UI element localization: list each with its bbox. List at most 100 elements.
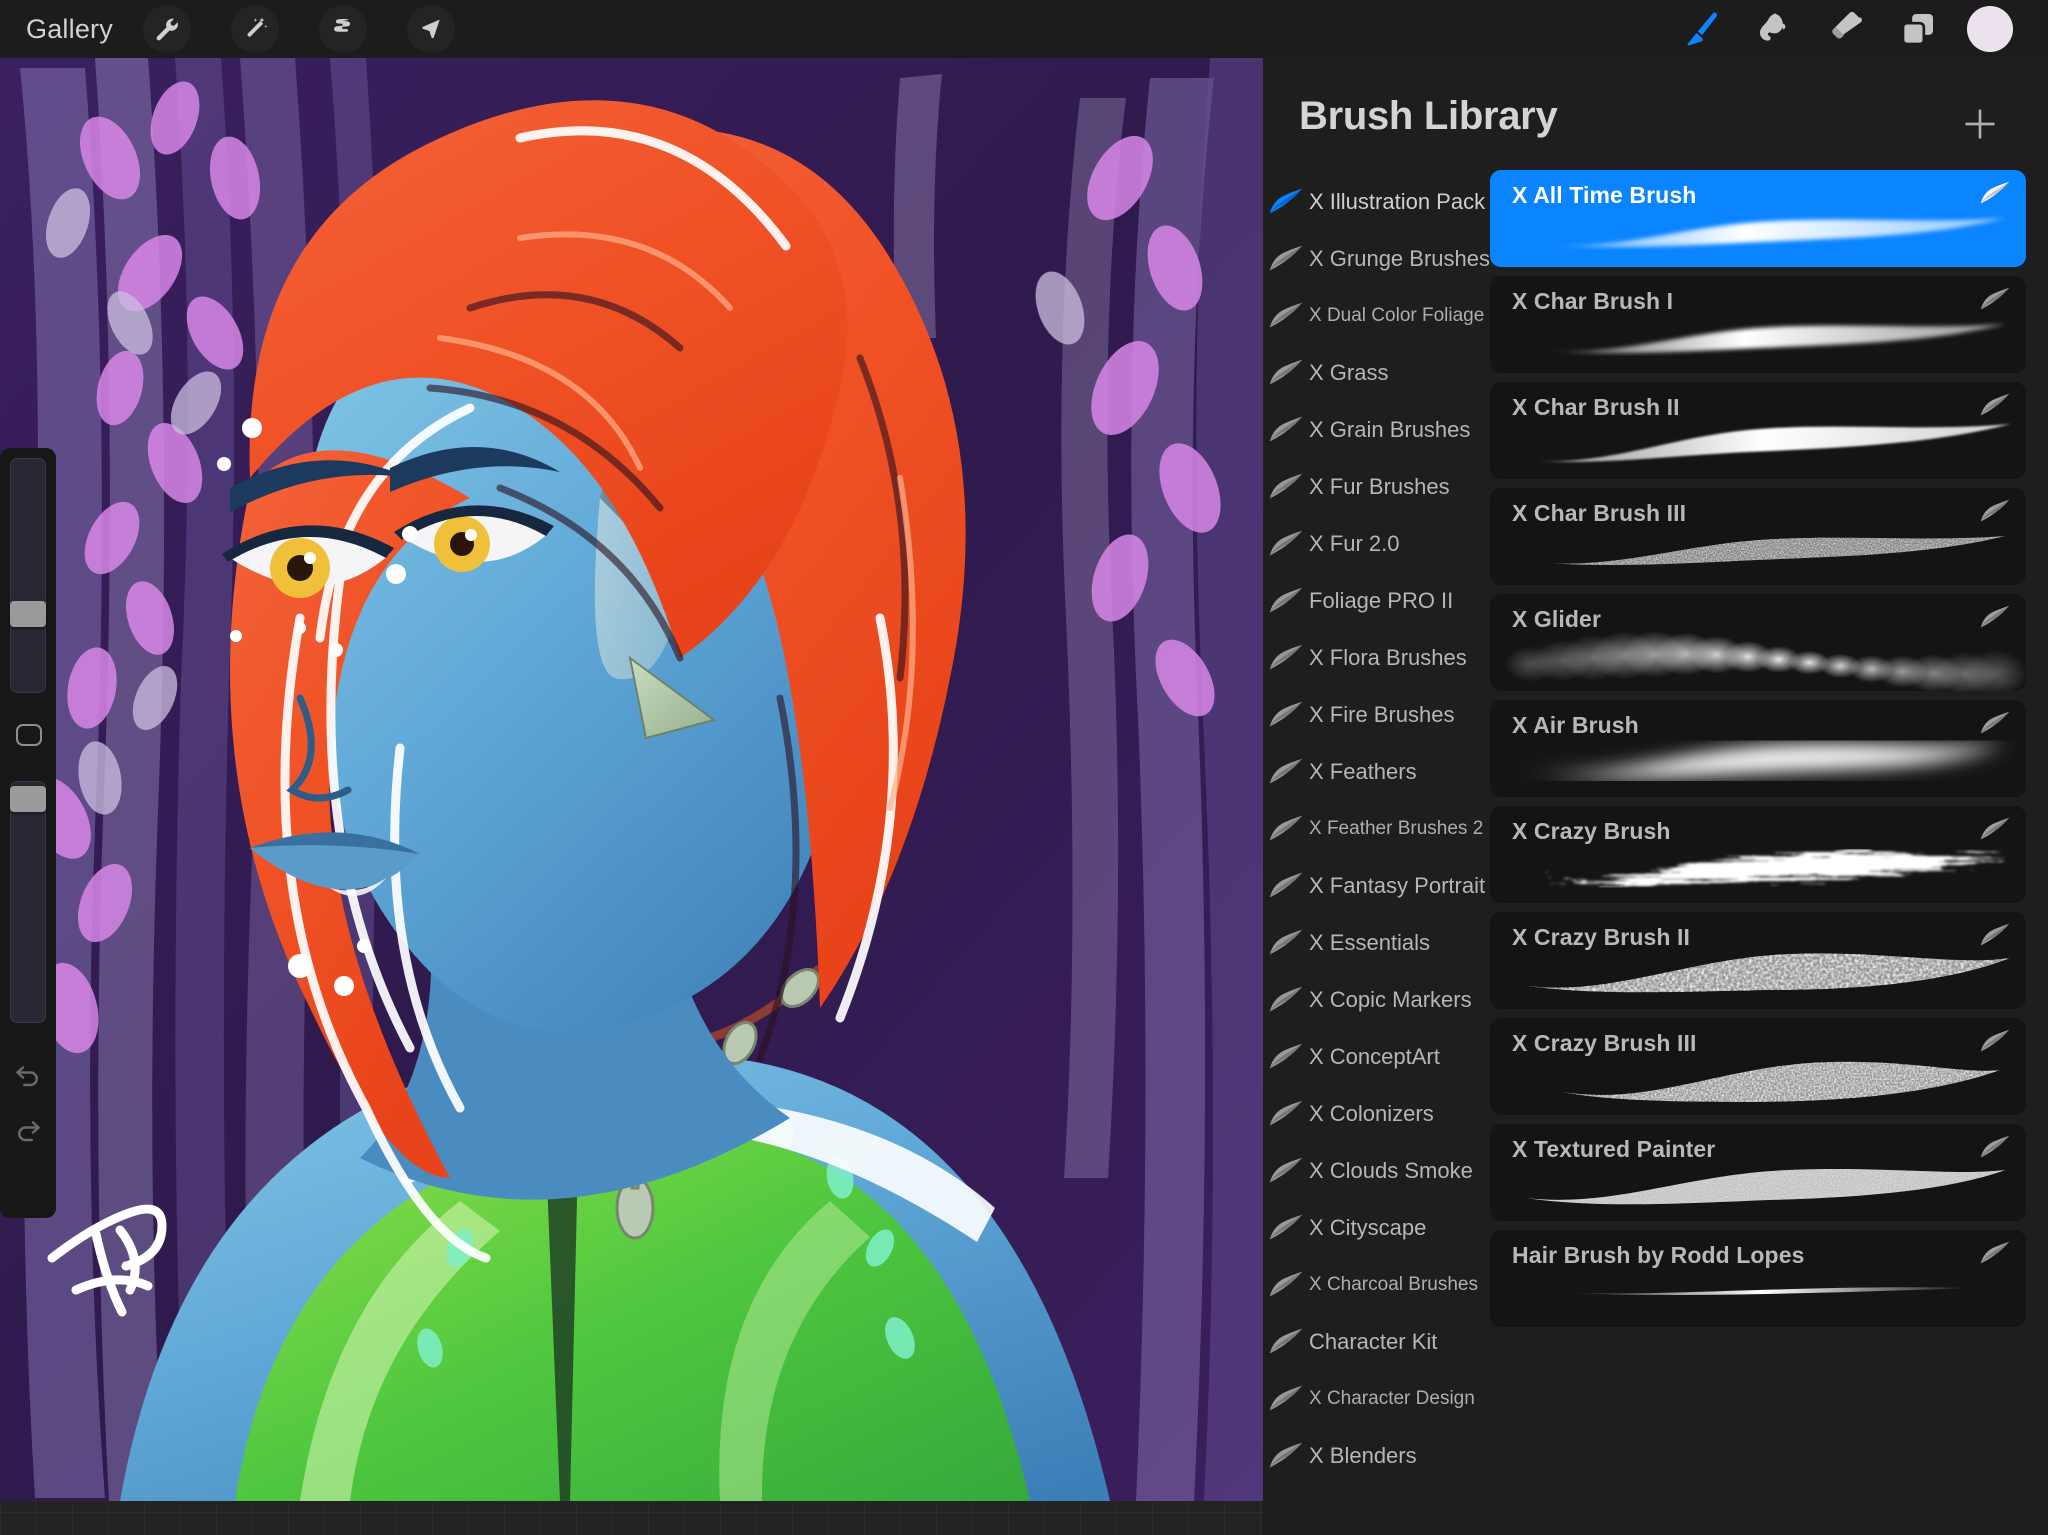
brush-swoosh-icon bbox=[1980, 393, 2010, 416]
brush-set-label: X ConceptArt bbox=[1309, 1043, 1440, 1069]
brush-set-label: X Colonizers bbox=[1309, 1100, 1434, 1126]
brush-library-header: Brush Library bbox=[1263, 58, 2048, 173]
brush-set-label: X Grain Brushes bbox=[1309, 416, 1471, 442]
brush-set-label: X Fur Brushes bbox=[1309, 473, 1450, 499]
brush-swoosh-icon bbox=[1263, 244, 1309, 273]
brush-set-label: X Fur 2.0 bbox=[1309, 530, 1400, 556]
brush-item-selected[interactable]: X All Time Brush bbox=[1490, 170, 2026, 267]
brush-swoosh-icon bbox=[1263, 1270, 1309, 1299]
brush-item[interactable]: X Crazy Brush II bbox=[1490, 912, 2026, 1009]
brush-swoosh-icon bbox=[1263, 928, 1309, 957]
brush-swoosh-icon bbox=[1269, 644, 1303, 670]
redo-button[interactable] bbox=[6, 1108, 50, 1152]
brush-item[interactable]: X Char Brush I bbox=[1490, 276, 2026, 373]
brush-swoosh-icon bbox=[1269, 929, 1303, 955]
paint-brush-icon[interactable] bbox=[1666, 0, 1738, 58]
smudge-icon[interactable] bbox=[1738, 0, 1810, 58]
color-swatch[interactable] bbox=[1954, 0, 2026, 58]
brush-item[interactable]: X Char Brush III bbox=[1490, 488, 2026, 585]
brush-swoosh-icon bbox=[1263, 1156, 1309, 1185]
brush-item-label: X Crazy Brush III bbox=[1512, 1030, 1697, 1056]
brush-swoosh-icon bbox=[1980, 1240, 2010, 1266]
actions-wrench-icon[interactable] bbox=[142, 5, 191, 53]
brush-swoosh-icon bbox=[1980, 1135, 2010, 1158]
paint-brush-glyph bbox=[1687, 12, 1718, 46]
brush-set-label: X Character Design bbox=[1309, 1387, 1475, 1409]
brush-set-label: X Essentials bbox=[1309, 929, 1431, 955]
brush-library-body: X Illustration Pack X Grunge Brushes X Dua… bbox=[1263, 170, 2048, 1535]
brush-set-label: X Flora Brushes bbox=[1309, 644, 1467, 670]
brush-swoosh-icon bbox=[1980, 286, 2010, 312]
brush-swoosh-icon bbox=[1269, 587, 1303, 613]
brush-swoosh-icon bbox=[1263, 1099, 1309, 1128]
brush-swoosh-icon bbox=[1980, 1134, 2010, 1160]
brush-item-label: X Crazy Brush II bbox=[1512, 924, 1690, 950]
brush-swoosh-icon bbox=[1263, 1327, 1309, 1356]
magic-wand-glyph bbox=[247, 17, 268, 37]
brush-library-panel: Brush Library X Illustration Pack X Grung… bbox=[1263, 58, 2048, 1535]
smudge-glyph bbox=[1760, 13, 1786, 41]
modify-button[interactable] bbox=[16, 724, 42, 746]
brush-opacity-slider[interactable] bbox=[10, 781, 46, 1023]
undo-button[interactable] bbox=[6, 1053, 50, 1097]
plus-icon bbox=[1965, 109, 1995, 139]
brush-list[interactable]: X All Time Brush X Char Brush I X Char Bru… bbox=[1468, 170, 2048, 1535]
brush-item[interactable]: X Air Brush bbox=[1490, 700, 2026, 797]
brush-opacity-handle[interactable] bbox=[10, 786, 46, 813]
artwork-illustration bbox=[0, 58, 1263, 1501]
brush-item-label: Hair Brush by Rodd Lopes bbox=[1512, 1242, 1805, 1268]
brush-swoosh-icon bbox=[1269, 815, 1303, 841]
brush-item[interactable]: X Crazy Brush bbox=[1490, 806, 2026, 903]
brush-set-label: X Illustration Pack bbox=[1309, 188, 1486, 214]
brush-swoosh-icon bbox=[1263, 871, 1309, 900]
brush-swoosh-icon bbox=[1269, 986, 1303, 1012]
brush-swoosh-icon bbox=[1980, 817, 2010, 840]
brush-swoosh-icon bbox=[1263, 757, 1309, 786]
brush-item[interactable]: Hair Brush by Rodd Lopes bbox=[1490, 1230, 2026, 1327]
brush-swoosh-icon bbox=[1980, 498, 2010, 524]
brush-item[interactable]: X Textured Painter bbox=[1490, 1124, 2026, 1221]
brush-swoosh-icon bbox=[1980, 711, 2010, 734]
brush-item-label: X Air Brush bbox=[1512, 712, 1639, 738]
s-curve-glyph bbox=[333, 18, 351, 32]
brush-item-label: X Char Brush I bbox=[1512, 288, 1674, 314]
brush-size-handle[interactable] bbox=[10, 601, 46, 628]
transform-arrow-icon[interactable] bbox=[406, 5, 455, 53]
brush-swoosh-icon bbox=[1980, 499, 2010, 522]
brush-swoosh-icon bbox=[1269, 416, 1303, 442]
canvas-area[interactable] bbox=[0, 58, 1263, 1501]
adjustments-wand-icon[interactable] bbox=[230, 5, 279, 53]
brush-swoosh-icon bbox=[1263, 415, 1309, 444]
brush-swoosh-icon bbox=[1980, 922, 2010, 948]
brush-set-label: X Grass bbox=[1309, 359, 1389, 385]
brush-set-label: X Cityscape bbox=[1309, 1214, 1427, 1240]
undo-arrow-icon bbox=[16, 1066, 38, 1087]
brush-set-label: Foliage PRO II bbox=[1309, 587, 1454, 613]
brush-swoosh-icon bbox=[1263, 358, 1309, 387]
brush-set-label: X Copic Markers bbox=[1309, 986, 1472, 1012]
selection-s-icon[interactable] bbox=[318, 5, 367, 53]
brush-swoosh-icon bbox=[1263, 700, 1309, 729]
layers-icon[interactable] bbox=[1882, 0, 1954, 58]
brush-swoosh-icon bbox=[1263, 643, 1309, 672]
add-brush-set-button[interactable] bbox=[1960, 104, 2000, 144]
brush-item[interactable]: X Glider bbox=[1490, 594, 2026, 691]
eraser-icon[interactable] bbox=[1810, 0, 1882, 58]
brush-set-label: X Fire Brushes bbox=[1309, 701, 1455, 727]
brush-swoosh-icon bbox=[1980, 604, 2010, 630]
brush-swoosh-icon bbox=[1980, 1028, 2010, 1054]
brush-swoosh-icon bbox=[1263, 814, 1309, 843]
brush-swoosh-icon bbox=[1269, 1157, 1303, 1183]
brush-size-slider[interactable] bbox=[10, 458, 46, 693]
brush-swoosh-icon bbox=[1263, 1441, 1309, 1470]
brush-item-label: X Textured Painter bbox=[1512, 1136, 1716, 1162]
brush-item[interactable]: X Char Brush II bbox=[1490, 382, 2026, 479]
brush-swoosh-icon bbox=[1263, 529, 1309, 558]
tool-sidebar bbox=[0, 448, 56, 1218]
brush-swoosh-icon bbox=[1980, 816, 2010, 842]
brush-swoosh-icon bbox=[1980, 710, 2010, 736]
gallery-button[interactable]: Gallery bbox=[26, 14, 113, 45]
brush-swoosh-icon bbox=[1269, 245, 1303, 271]
procreate-app: Gallery Brush Library X Illustration Pac… bbox=[0, 0, 2048, 1535]
brush-item[interactable]: X Crazy Brush III bbox=[1490, 1018, 2026, 1115]
